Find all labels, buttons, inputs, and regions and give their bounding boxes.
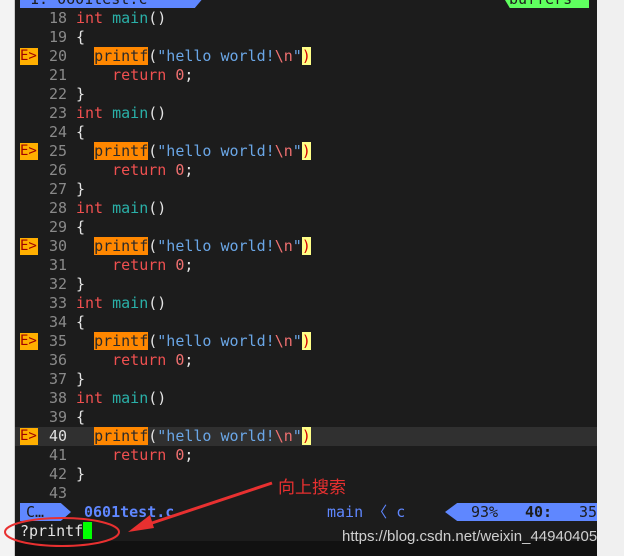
watermark: https://blog.csdn.net/weixin_44940405 — [342, 528, 598, 545]
annotation-text: 向上搜索 — [278, 478, 346, 498]
highlight-ellipse — [4, 517, 120, 547]
arrow-line — [139, 481, 273, 529]
arrow-head — [128, 515, 154, 532]
